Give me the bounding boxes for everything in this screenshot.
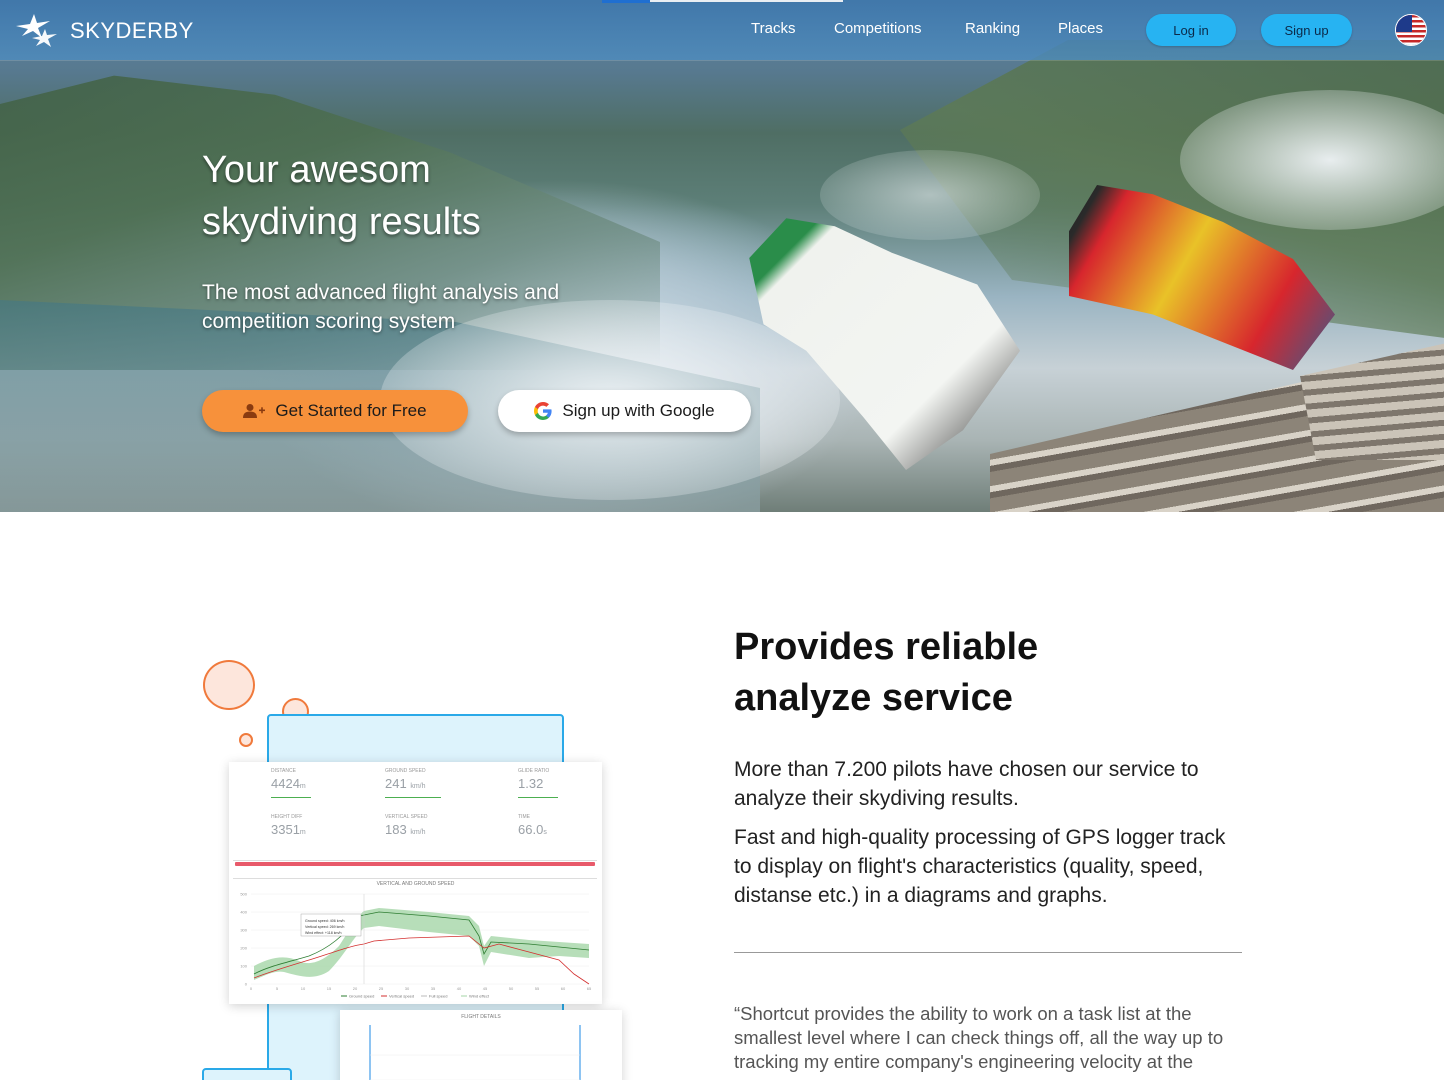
y-tick-label: 200 — [240, 946, 247, 951]
us-flag-icon[interactable] — [1395, 14, 1427, 46]
x-tick-label: 55 — [535, 986, 540, 991]
stat-value: 241 km/h — [385, 776, 426, 791]
nav-progress-track — [650, 0, 843, 2]
stat-label: Glide ratio — [518, 768, 550, 774]
stat-value: 183 km/h — [385, 822, 426, 837]
section-title: Provides reliable analyze service — [734, 622, 1254, 724]
range-slider[interactable] — [235, 862, 595, 866]
x-tick-label: 15 — [327, 986, 332, 991]
flight-details-card: FLIGHT DETAILS — [340, 1010, 622, 1080]
add-user-icon — [243, 404, 266, 418]
x-tick-label: 25 — [379, 986, 384, 991]
hero-section: Your awesom skydiving results The most a… — [0, 0, 1444, 512]
stat-label: Vertical speed — [385, 814, 428, 820]
stat-label: Time — [518, 814, 530, 820]
login-button[interactable]: Log in — [1146, 14, 1236, 46]
x-tick-label: 30 — [405, 986, 410, 991]
hero-subtitle: The most advanced flight analysis and co… — [202, 281, 560, 333]
stat-label: Distance — [271, 768, 296, 774]
y-tick-label: 500 — [240, 892, 247, 897]
nav-places[interactable]: Places — [1058, 20, 1103, 37]
x-tick-label: 10 — [301, 986, 306, 991]
decor-circle-large — [203, 660, 255, 710]
stat-value: 66.0s — [518, 822, 547, 837]
y-tick-label: 400 — [240, 910, 247, 915]
stat-value: 1.32 — [518, 776, 544, 791]
legend-label: Ground speed — [349, 994, 374, 999]
nav-tracks[interactable]: Tracks — [751, 20, 795, 37]
y-tick-label: 300 — [240, 928, 247, 933]
stat-label: Ground speed — [385, 768, 426, 774]
x-tick-label: 65 — [587, 986, 592, 991]
hero-title-line2: skydiving results — [202, 201, 481, 243]
hero-title: Your awesom skydiving results — [202, 144, 622, 248]
hero-wooden-platform-right — [1300, 340, 1444, 460]
site-logo[interactable]: SKYDERBY — [16, 12, 194, 50]
section-paragraph-pilots: More than 7.200 pilots have chosen our s… — [734, 758, 1199, 810]
stat-value: 4424m — [271, 776, 306, 791]
get-started-button[interactable]: Get Started for Free — [202, 390, 468, 432]
google-icon — [534, 402, 553, 420]
nav-ranking[interactable]: Ranking — [965, 20, 1020, 37]
x-tick-label: 45 — [483, 986, 488, 991]
google-signup-button[interactable]: Sign up with Google — [498, 390, 751, 432]
legend-label: Full speed — [429, 994, 447, 999]
birds-logo-icon — [16, 14, 57, 47]
get-started-label: Get Started for Free — [275, 401, 427, 420]
x-tick-label: 0 — [250, 986, 253, 991]
legend-label: Wind effect — [469, 994, 490, 999]
flight-details-chart — [369, 1025, 581, 1080]
flight-stats-card: Distance 4424m Ground speed 241 km/h Gli… — [229, 762, 602, 1004]
brand-name: SKYDERBY — [70, 18, 194, 43]
hero-title-line1: Your awesom — [202, 149, 431, 191]
x-tick-label: 5 — [276, 986, 279, 991]
decor-background-card-small — [202, 1068, 292, 1080]
tooltip-line: Wind effect: +118 km/h — [305, 931, 342, 935]
x-tick-label: 60 — [561, 986, 566, 991]
testimonial-quote: “Shortcut provides the ability to work o… — [734, 1003, 1224, 1072]
decor-circle-small — [239, 733, 253, 747]
nav-competitions[interactable]: Competitions — [834, 20, 922, 37]
google-signup-label: Sign up with Google — [562, 401, 715, 420]
stat-value: 3351m — [271, 822, 306, 837]
x-tick-label: 20 — [353, 986, 358, 991]
y-tick-label: 100 — [240, 964, 247, 969]
x-tick-label: 35 — [431, 986, 436, 991]
signup-button[interactable]: Sign up — [1261, 14, 1352, 46]
y-tick-label: 0 — [245, 982, 248, 987]
stat-label: Height diff — [271, 814, 303, 820]
section-paragraph-processing: Fast and high-quality processing of GPS … — [734, 826, 1226, 907]
legend-label: Vertical speed — [389, 994, 414, 999]
section-divider — [734, 952, 1242, 953]
top-navbar: SKYDERBY Tracks Competitions Ranking Pla… — [0, 0, 1444, 60]
tooltip-line: Vertical speed: 269 km/h — [305, 925, 344, 929]
x-tick-label: 40 — [457, 986, 462, 991]
tooltip-line: Ground speed: 406 km/h — [305, 919, 345, 923]
section-title-line2: analyze service — [734, 677, 1013, 719]
hero-cloud — [820, 150, 1040, 240]
nav-progress-accent — [602, 0, 650, 3]
x-tick-label: 50 — [509, 986, 514, 991]
speed-chart: 500 400 300 200 100 00 5 10 15 20 25 30 35 40 45 50 55 60… — [240, 892, 592, 999]
section-title-line1: Provides reliable — [734, 626, 1039, 668]
